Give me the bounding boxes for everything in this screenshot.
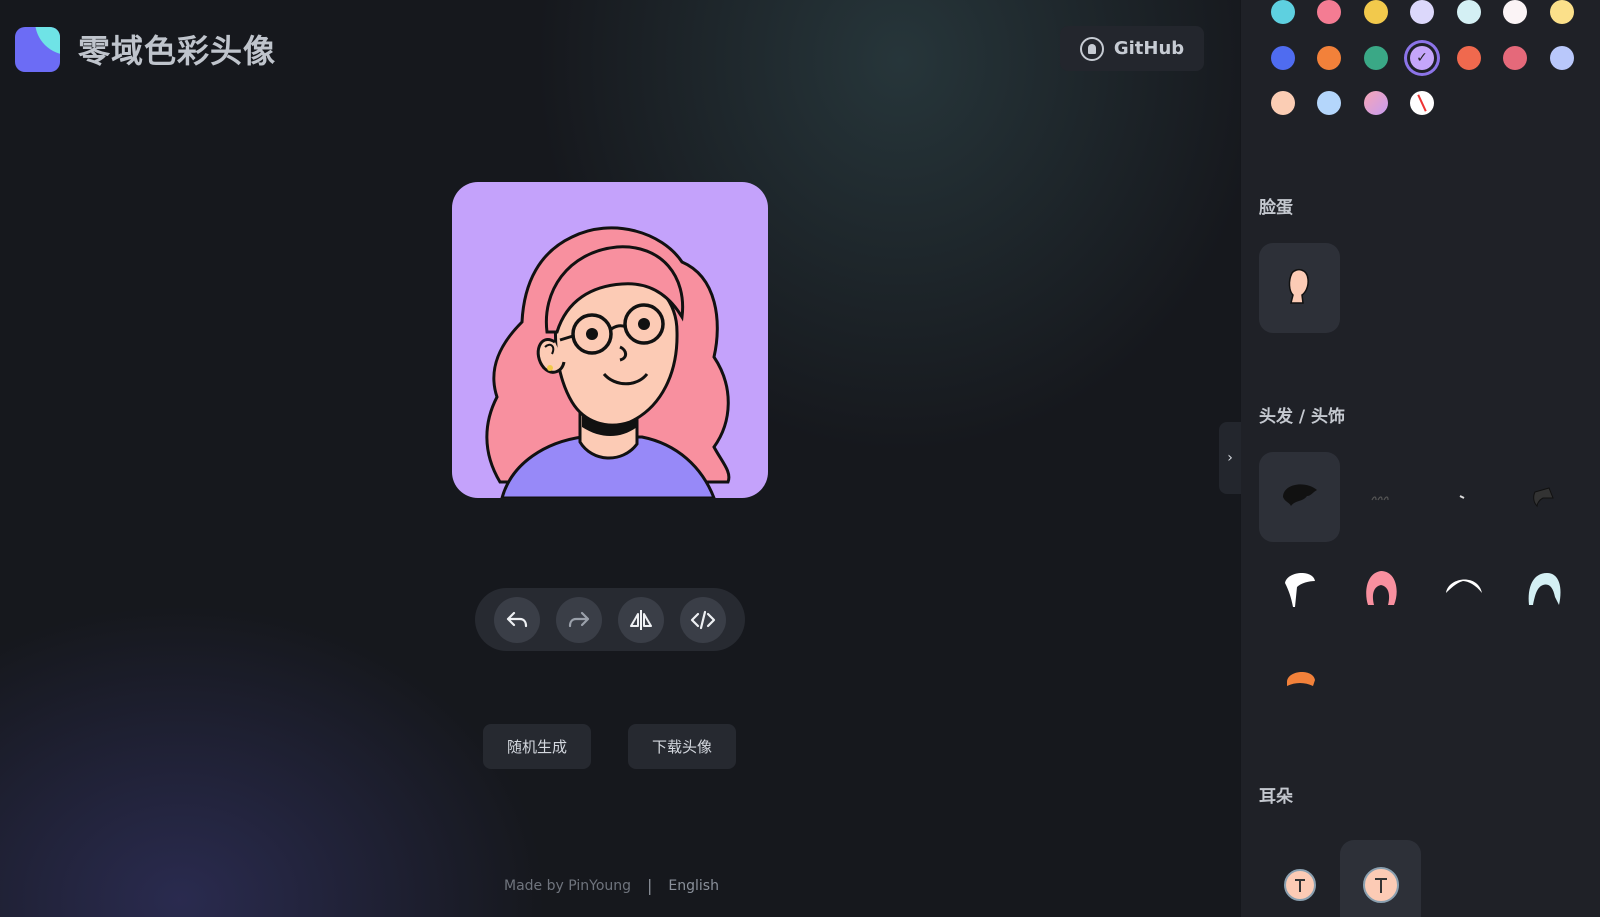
app-logo: [15, 26, 60, 72]
color-swatch[interactable]: [1503, 46, 1527, 70]
color-swatch[interactable]: [1364, 46, 1388, 70]
color-swatch[interactable]: [1457, 0, 1481, 24]
color-swatch[interactable]: [1457, 46, 1481, 70]
hair-style-icon: [1459, 495, 1464, 499]
hair-option[interactable]: [1340, 452, 1421, 542]
no-color-swatch[interactable]: [1410, 91, 1434, 115]
color-swatch[interactable]: [1364, 91, 1388, 115]
hair-option[interactable]: [1422, 452, 1503, 542]
hair-style-icon: [1532, 487, 1554, 508]
redo-icon: [568, 611, 590, 627]
credit-link[interactable]: Made by PinYoung: [504, 878, 631, 894]
brand: 零域色彩头像: [15, 26, 276, 72]
hair-option[interactable]: [1259, 632, 1340, 722]
download-avatar-button[interactable]: 下载头像: [628, 724, 736, 769]
github-label: GitHub: [1113, 38, 1185, 59]
edit-toolbar: [475, 588, 745, 651]
config-sidebar: 脸蛋 头发 / 头饰 耳朵: [1241, 0, 1600, 917]
hair-style-icon: [1370, 496, 1389, 501]
hair-option[interactable]: [1340, 543, 1421, 633]
code-button[interactable]: [680, 596, 726, 643]
github-icon: [1079, 36, 1104, 61]
color-swatch-selected[interactable]: [1410, 46, 1434, 70]
color-swatch[interactable]: [1503, 0, 1527, 24]
ear-option[interactable]: [1340, 840, 1421, 917]
avatar-illustration: [485, 226, 731, 498]
hair-option[interactable]: [1503, 543, 1584, 633]
github-button[interactable]: GitHub: [1060, 26, 1204, 71]
language-switch[interactable]: English: [668, 878, 719, 894]
color-swatch[interactable]: [1317, 91, 1341, 115]
section-title-ears: 耳朵: [1259, 787, 1293, 807]
hair-option[interactable]: [1259, 543, 1340, 633]
color-swatch[interactable]: [1271, 91, 1295, 115]
undo-icon: [506, 611, 528, 627]
ear-shape-icon: [1283, 869, 1316, 901]
hair-option[interactable]: [1259, 452, 1340, 542]
footer: Made by PinYoung | English: [504, 876, 719, 895]
beanie-icon: [1286, 671, 1315, 686]
ear-shape-icon: [1362, 867, 1399, 903]
flip-button[interactable]: [618, 596, 664, 643]
hair-style-icon: [1445, 579, 1482, 593]
code-icon: [690, 610, 716, 629]
face-option[interactable]: [1259, 243, 1340, 333]
footer-separator: |: [647, 876, 653, 895]
hair-style-icon: [1282, 484, 1317, 506]
color-swatch[interactable]: [1364, 0, 1388, 24]
hair-style-icon: [1365, 571, 1397, 605]
ear-option[interactable]: [1259, 840, 1340, 917]
app-title: 零域色彩头像: [78, 32, 277, 70]
color-swatch[interactable]: [1271, 0, 1295, 24]
hair-style-icon: [1284, 572, 1315, 607]
color-swatch[interactable]: [1271, 46, 1295, 70]
undo-button[interactable]: [494, 596, 540, 643]
section-title-hair: 头发 / 头饰: [1259, 407, 1346, 427]
hair-option[interactable]: [1503, 452, 1584, 542]
color-swatch[interactable]: [1550, 46, 1574, 70]
sidebar-toggle[interactable]: ›: [1219, 422, 1241, 494]
color-swatch[interactable]: [1317, 0, 1341, 24]
hair-option[interactable]: [1422, 543, 1503, 633]
face-shape-icon: [1288, 268, 1309, 304]
redo-button[interactable]: [556, 596, 602, 643]
flip-icon: [630, 609, 652, 630]
chevron-right-icon: ›: [1227, 450, 1233, 466]
section-title-face: 脸蛋: [1259, 198, 1293, 218]
color-swatch[interactable]: [1317, 46, 1341, 70]
color-swatch[interactable]: [1410, 0, 1434, 24]
random-generate-button[interactable]: 随机生成: [483, 724, 591, 769]
color-swatch[interactable]: [1550, 0, 1574, 24]
avatar-preview: [452, 182, 768, 498]
hair-style-icon: [1528, 573, 1560, 605]
